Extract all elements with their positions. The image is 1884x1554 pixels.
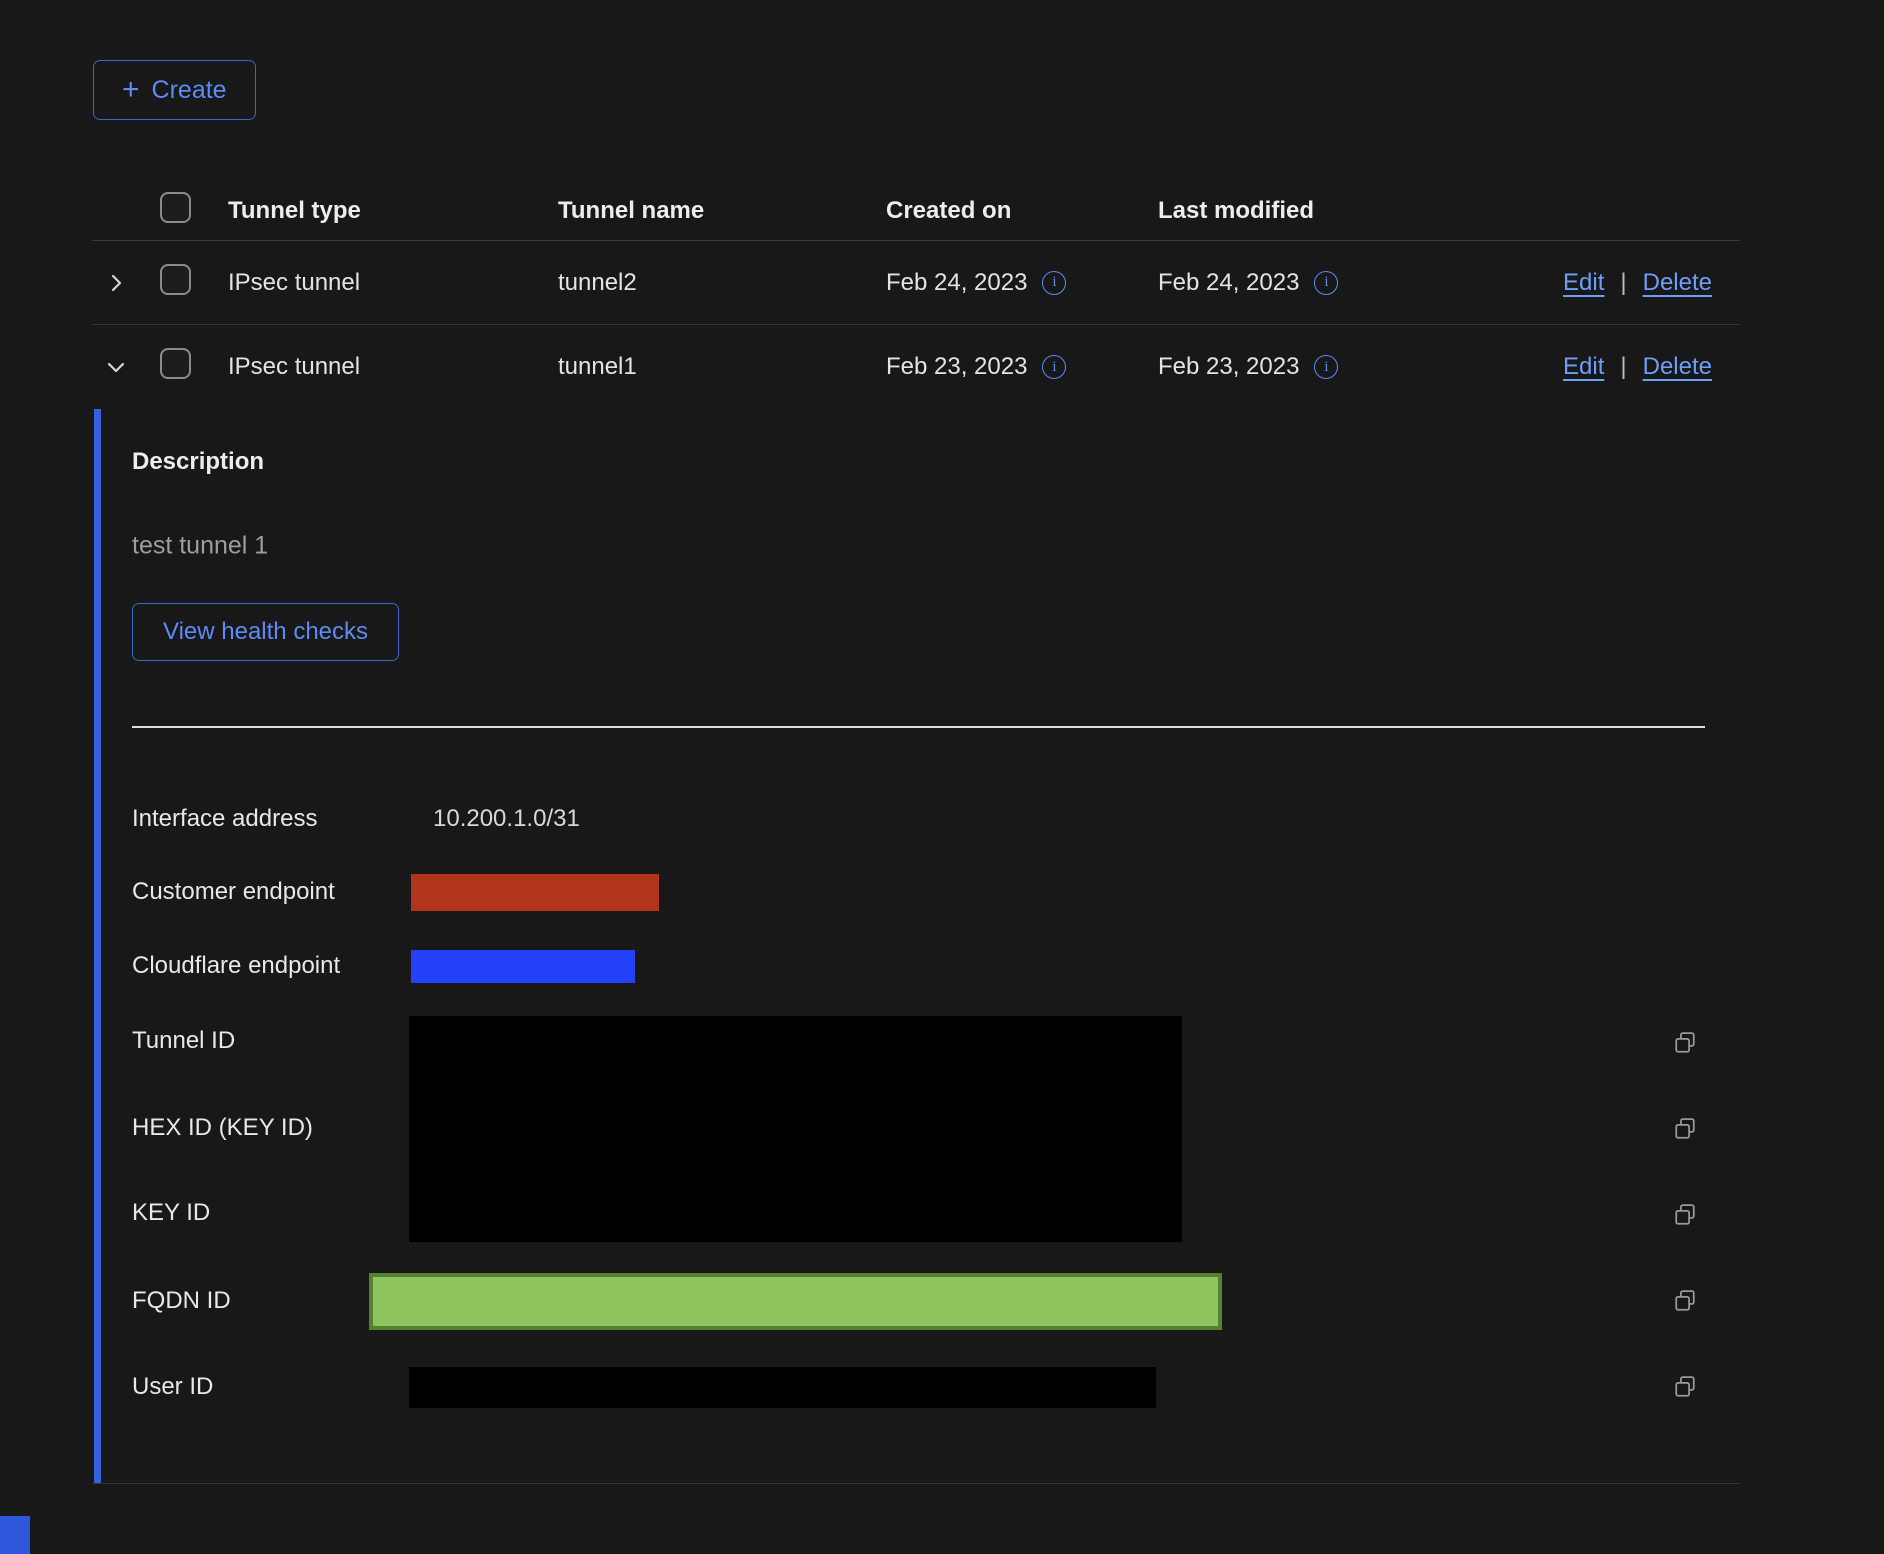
- info-icon[interactable]: i: [1314, 271, 1338, 295]
- ipsec-tunnels-page: + Create Tunnel type Tunnel name Created…: [0, 0, 1884, 1554]
- scroll-accent: [0, 1516, 30, 1554]
- tunnel-type-cell: IPsec tunnel: [196, 353, 530, 381]
- delete-link[interactable]: Delete: [1643, 353, 1712, 381]
- copy-hex-id-button[interactable]: [1668, 1112, 1702, 1146]
- interface-address-label: Interface address: [132, 805, 317, 833]
- description-value: test tunnel 1: [132, 532, 268, 561]
- description-label: Description: [132, 448, 264, 476]
- fqdn-id-label: FQDN ID: [132, 1287, 231, 1315]
- panel-divider: [132, 726, 1705, 728]
- edit-link[interactable]: Edit: [1563, 269, 1604, 297]
- header-tunnel-name: Tunnel name: [530, 197, 858, 225]
- header-tunnel-type: Tunnel type: [196, 197, 530, 225]
- table-header-row: Tunnel type Tunnel name Created on Last …: [92, 182, 1740, 241]
- hex-id-label: HEX ID (KEY ID): [132, 1114, 313, 1142]
- create-button[interactable]: + Create: [93, 60, 256, 120]
- expand-chevron-right-icon[interactable]: [92, 259, 140, 307]
- edit-link[interactable]: Edit: [1563, 353, 1604, 381]
- plus-icon: +: [122, 75, 140, 105]
- cloudflare-endpoint-label: Cloudflare endpoint: [132, 952, 340, 980]
- fqdn-id-redaction: [369, 1273, 1222, 1330]
- delete-link[interactable]: Delete: [1643, 269, 1712, 297]
- tunnel-type-cell: IPsec tunnel: [196, 269, 530, 297]
- table-row: IPsec tunnel tunnel2 Feb 24, 2023 i Feb …: [92, 241, 1740, 325]
- copy-user-id-button[interactable]: [1668, 1370, 1702, 1404]
- info-icon[interactable]: i: [1314, 355, 1338, 379]
- panel-accent-bar: [94, 409, 101, 1483]
- last-modified-cell: Feb 24, 2023: [1158, 269, 1299, 297]
- header-last-modified: Last modified: [1130, 197, 1492, 225]
- tunnel-name-cell: tunnel2: [530, 269, 858, 297]
- last-modified-cell: Feb 23, 2023: [1158, 353, 1299, 381]
- customer-endpoint-label: Customer endpoint: [132, 878, 335, 906]
- customer-endpoint-redaction: [411, 874, 659, 911]
- tunnel-id-label: Tunnel ID: [132, 1027, 235, 1055]
- header-created-on: Created on: [858, 197, 1130, 225]
- created-on-cell: Feb 24, 2023: [886, 269, 1027, 297]
- view-health-checks-button[interactable]: View health checks: [132, 603, 399, 661]
- interface-address-value: 10.200.1.0/31: [433, 805, 580, 833]
- tunnel-details-panel: Description test tunnel 1 View health ch…: [92, 409, 1740, 1484]
- user-id-label: User ID: [132, 1373, 213, 1401]
- row-checkbox[interactable]: [160, 264, 191, 295]
- collapse-chevron-down-icon[interactable]: [92, 343, 140, 391]
- created-on-cell: Feb 23, 2023: [886, 353, 1027, 381]
- create-button-label: Create: [152, 76, 227, 105]
- table-row: IPsec tunnel tunnel1 Feb 23, 2023 i Feb …: [92, 325, 1740, 409]
- copy-fqdn-id-button[interactable]: [1668, 1284, 1702, 1318]
- info-icon[interactable]: i: [1042, 271, 1066, 295]
- tunnel-name-cell: tunnel1: [530, 353, 858, 381]
- key-id-label: KEY ID: [132, 1199, 210, 1227]
- ids-redaction: [409, 1016, 1182, 1242]
- tunnels-table: Tunnel type Tunnel name Created on Last …: [92, 182, 1740, 1484]
- action-separator: |: [1620, 353, 1626, 381]
- info-icon[interactable]: i: [1042, 355, 1066, 379]
- copy-tunnel-id-button[interactable]: [1668, 1026, 1702, 1060]
- action-separator: |: [1620, 269, 1626, 297]
- select-all-checkbox[interactable]: [160, 192, 191, 223]
- row-checkbox[interactable]: [160, 348, 191, 379]
- user-id-redaction: [409, 1367, 1156, 1408]
- copy-key-id-button[interactable]: [1668, 1198, 1702, 1232]
- cloudflare-endpoint-redaction: [411, 950, 635, 983]
